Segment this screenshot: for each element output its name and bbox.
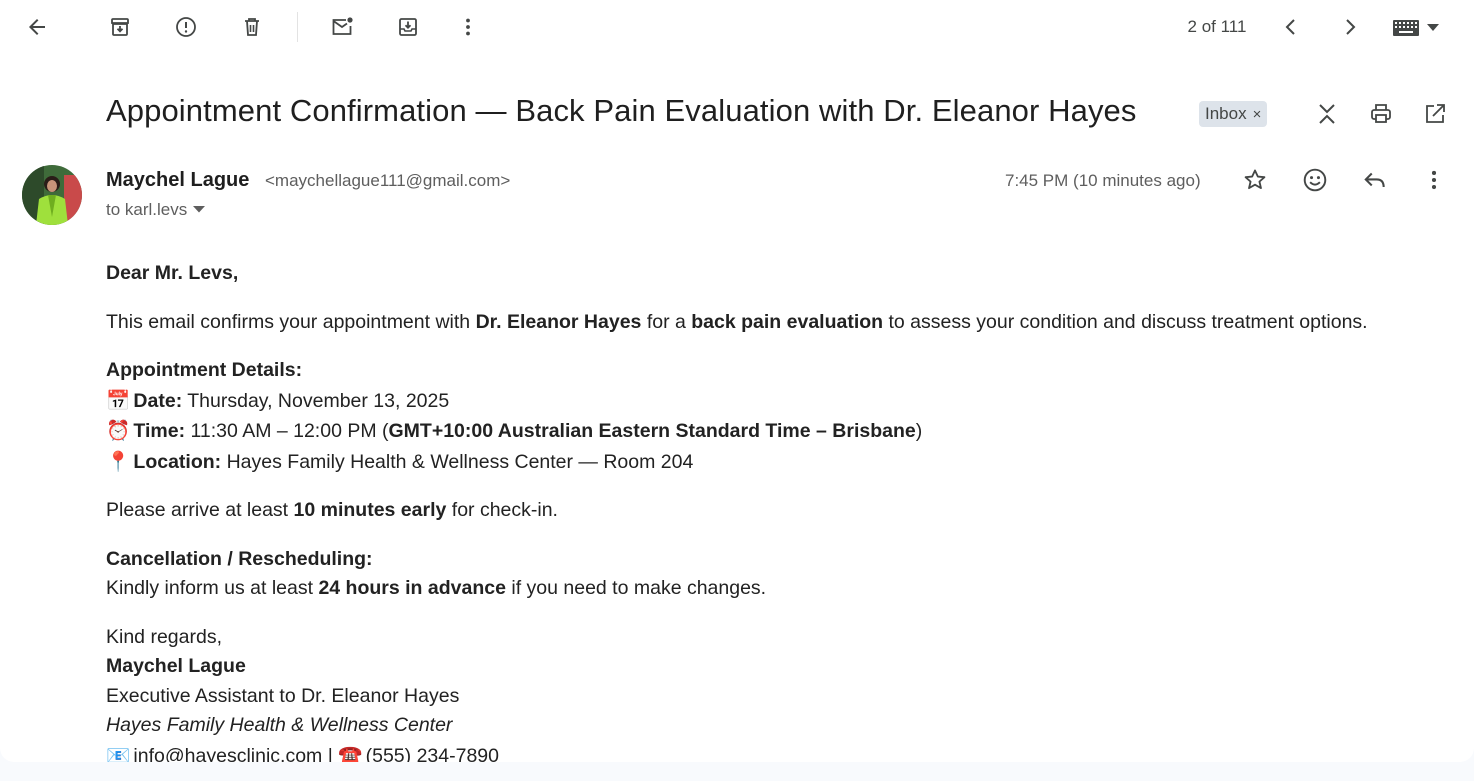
reply-button[interactable] <box>1355 160 1395 200</box>
closing: Kind regards, <box>106 625 222 648</box>
arrival-note: Please arrive at least 10 minutes early … <box>106 499 558 521</box>
print-icon <box>1371 104 1391 123</box>
avatar-photo <box>22 165 82 225</box>
report-spam-button[interactable] <box>166 7 206 47</box>
message-more-button[interactable] <box>1414 160 1454 200</box>
more-vert-icon <box>1431 170 1437 190</box>
sender-name[interactable]: Maychel Lague <box>106 169 249 192</box>
newer-button[interactable] <box>1271 7 1311 47</box>
map-pin-icon: 📍 <box>106 449 131 473</box>
phone-icon: ☎️ <box>338 743 363 763</box>
cancellation-note: Kindly inform us at least 24 hours in ad… <box>106 577 767 599</box>
star-icon <box>1244 169 1266 190</box>
signature-phone[interactable]: (555) 234-7890 <box>366 745 499 763</box>
mark-unread-icon <box>332 17 353 35</box>
toolbar-divider <box>297 12 298 42</box>
print-all-button[interactable] <box>1361 94 1401 134</box>
sender-avatar[interactable] <box>22 165 82 225</box>
move-to-button[interactable] <box>388 7 428 47</box>
delete-button[interactable] <box>232 7 272 47</box>
pager-count: 2 of 111 <box>1187 17 1247 36</box>
trash-icon <box>245 18 259 36</box>
emoji-icon <box>1303 168 1327 192</box>
recipient-details[interactable]: to karl.levs <box>106 200 206 220</box>
signature-org: Hayes Family Health & Wellness Center <box>106 714 453 736</box>
calendar-icon: 📅 <box>106 388 131 412</box>
email-toolbar: 2 of 111 <box>0 0 1474 56</box>
detail-date: 📅 Date: Thursday, November 13, 2025 <box>106 386 1436 417</box>
older-button[interactable] <box>1330 7 1370 47</box>
signature-title: Executive Assistant to Dr. Eleanor Hayes <box>106 684 460 707</box>
greeting: Dear Mr. Levs, <box>106 262 239 284</box>
detail-time: ⏰ Time: 11:30 AM – 12:00 PM (GMT+10:00 A… <box>106 416 1436 447</box>
label-text: Inbox <box>1205 104 1247 123</box>
more-vert-icon <box>466 18 470 36</box>
chevron-right-icon <box>1346 19 1356 35</box>
collapse-all-button[interactable] <box>1307 94 1347 134</box>
caret-down-icon <box>1427 24 1439 31</box>
signature-name: Maychel Lague <box>106 655 246 677</box>
mark-unread-button[interactable] <box>322 7 362 47</box>
email-body: Dear Mr. Levs, This email confirms your … <box>106 259 1436 762</box>
signature-email[interactable]: info@hayesclinic.com <box>133 745 322 763</box>
sender-email: <maychellague111@gmail.com> <box>265 171 511 190</box>
caret-down-icon <box>193 206 206 213</box>
email-timestamp: 7:45 PM (10 minutes ago) <box>1005 171 1201 190</box>
keyboard-icon <box>1393 20 1419 36</box>
chevron-left-icon <box>1285 19 1295 35</box>
cancellation-heading: Cancellation / Rescheduling: <box>106 547 373 570</box>
collapse-all-icon <box>1319 104 1335 124</box>
inbox-label-chip[interactable]: Inbox × <box>1199 101 1268 127</box>
archive-icon <box>111 18 129 36</box>
signature-contact: 📧 info@hayesclinic.com | ☎️ (555) 234-78… <box>106 741 1436 763</box>
reply-icon <box>1364 172 1385 188</box>
arrow-left-icon <box>29 19 45 35</box>
remove-label-icon[interactable]: × <box>1253 106 1262 123</box>
star-button[interactable] <box>1235 160 1275 200</box>
open-in-new-icon <box>1426 104 1445 123</box>
recipient-text: to karl.levs <box>106 200 188 219</box>
details-heading: Appointment Details: <box>106 359 303 381</box>
email-icon: 📧 <box>106 743 131 763</box>
email-view: 2 of 111 Appointment Confirmation — Back… <box>0 0 1474 762</box>
alarm-clock-icon: ⏰ <box>106 419 131 442</box>
back-button[interactable] <box>17 7 57 47</box>
open-new-window-button[interactable] <box>1415 94 1455 134</box>
more-options-button[interactable] <box>448 7 488 47</box>
input-tools-button[interactable] <box>1385 12 1447 44</box>
add-reaction-button[interactable] <box>1295 160 1335 200</box>
move-to-icon <box>399 18 417 36</box>
email-subject: Appointment Confirmation — Back Pain Eva… <box>106 93 1137 128</box>
intro-paragraph: This email confirms your appointment wit… <box>106 310 1368 333</box>
report-spam-icon <box>176 17 196 37</box>
detail-location: 📍 Location: Hayes Family Health & Wellne… <box>106 447 1436 478</box>
archive-button[interactable] <box>100 7 140 47</box>
